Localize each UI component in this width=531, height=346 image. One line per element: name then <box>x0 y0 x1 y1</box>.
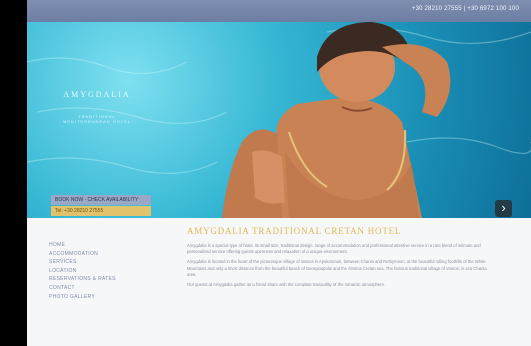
closing-paragraph: Our guests at Amygdalia gather as a frie… <box>187 282 386 288</box>
nav-item-contact[interactable]: CONTACT <box>49 285 169 294</box>
nav-item-location[interactable]: LOCATION <box>49 268 169 277</box>
page-title: AMYGDALIA TRADITIONAL CRETAN HOTEL <box>187 226 402 236</box>
contact-phone: +30 28210 27555 | +30 6972 100 100 <box>411 6 519 12</box>
location-paragraph: Amygdalia is located in the heart of the… <box>187 259 487 277</box>
top-bar: +30 28210 27555 | +30 6972 100 100 <box>27 0 531 22</box>
intro-paragraph: Amygdalia is a special type of hotel, it… <box>187 243 481 255</box>
booking-link[interactable]: BOOK NOW · CHECK AVAILABILITY <box>51 195 151 205</box>
hero-slideshow: AMYGDALIA TRADITIONAL MEDITERRANEAN HOTE… <box>27 22 531 218</box>
slideshow-next-button[interactable]: › <box>495 200 512 217</box>
main-navigation: HOME ACCOMMODATION SERVICES LOCATION RES… <box>49 242 169 302</box>
hotel-logo[interactable]: AMYGDALIA TRADITIONAL MEDITERRANEAN HOTE… <box>57 90 137 124</box>
nav-item-home[interactable]: HOME <box>49 242 169 251</box>
booking-box[interactable]: BOOK NOW · CHECK AVAILABILITY Tel: +30 2… <box>51 195 151 217</box>
logo-subtitle: TRADITIONAL MEDITERRANEAN HOTEL <box>62 114 132 124</box>
nav-item-photo-gallery[interactable]: PHOTO GALLERY <box>49 294 169 303</box>
booking-phone: Tel: +30 28210 27555 <box>51 206 151 216</box>
content-area: HOME ACCOMMODATION SERVICES LOCATION RES… <box>27 218 531 346</box>
logo-name: AMYGDALIA <box>63 90 131 99</box>
nav-item-accommodation[interactable]: ACCOMMODATION <box>49 251 169 260</box>
main-content: AMYGDALIA TRADITIONAL CRETAN HOTEL Amygd… <box>187 226 497 292</box>
nav-item-services[interactable]: SERVICES <box>49 259 169 268</box>
nav-item-reservations[interactable]: RESERVATIONS & RATES <box>49 276 169 285</box>
browser-viewport: +30 28210 27555 | +30 6972 100 100 AMYGD… <box>27 0 531 346</box>
